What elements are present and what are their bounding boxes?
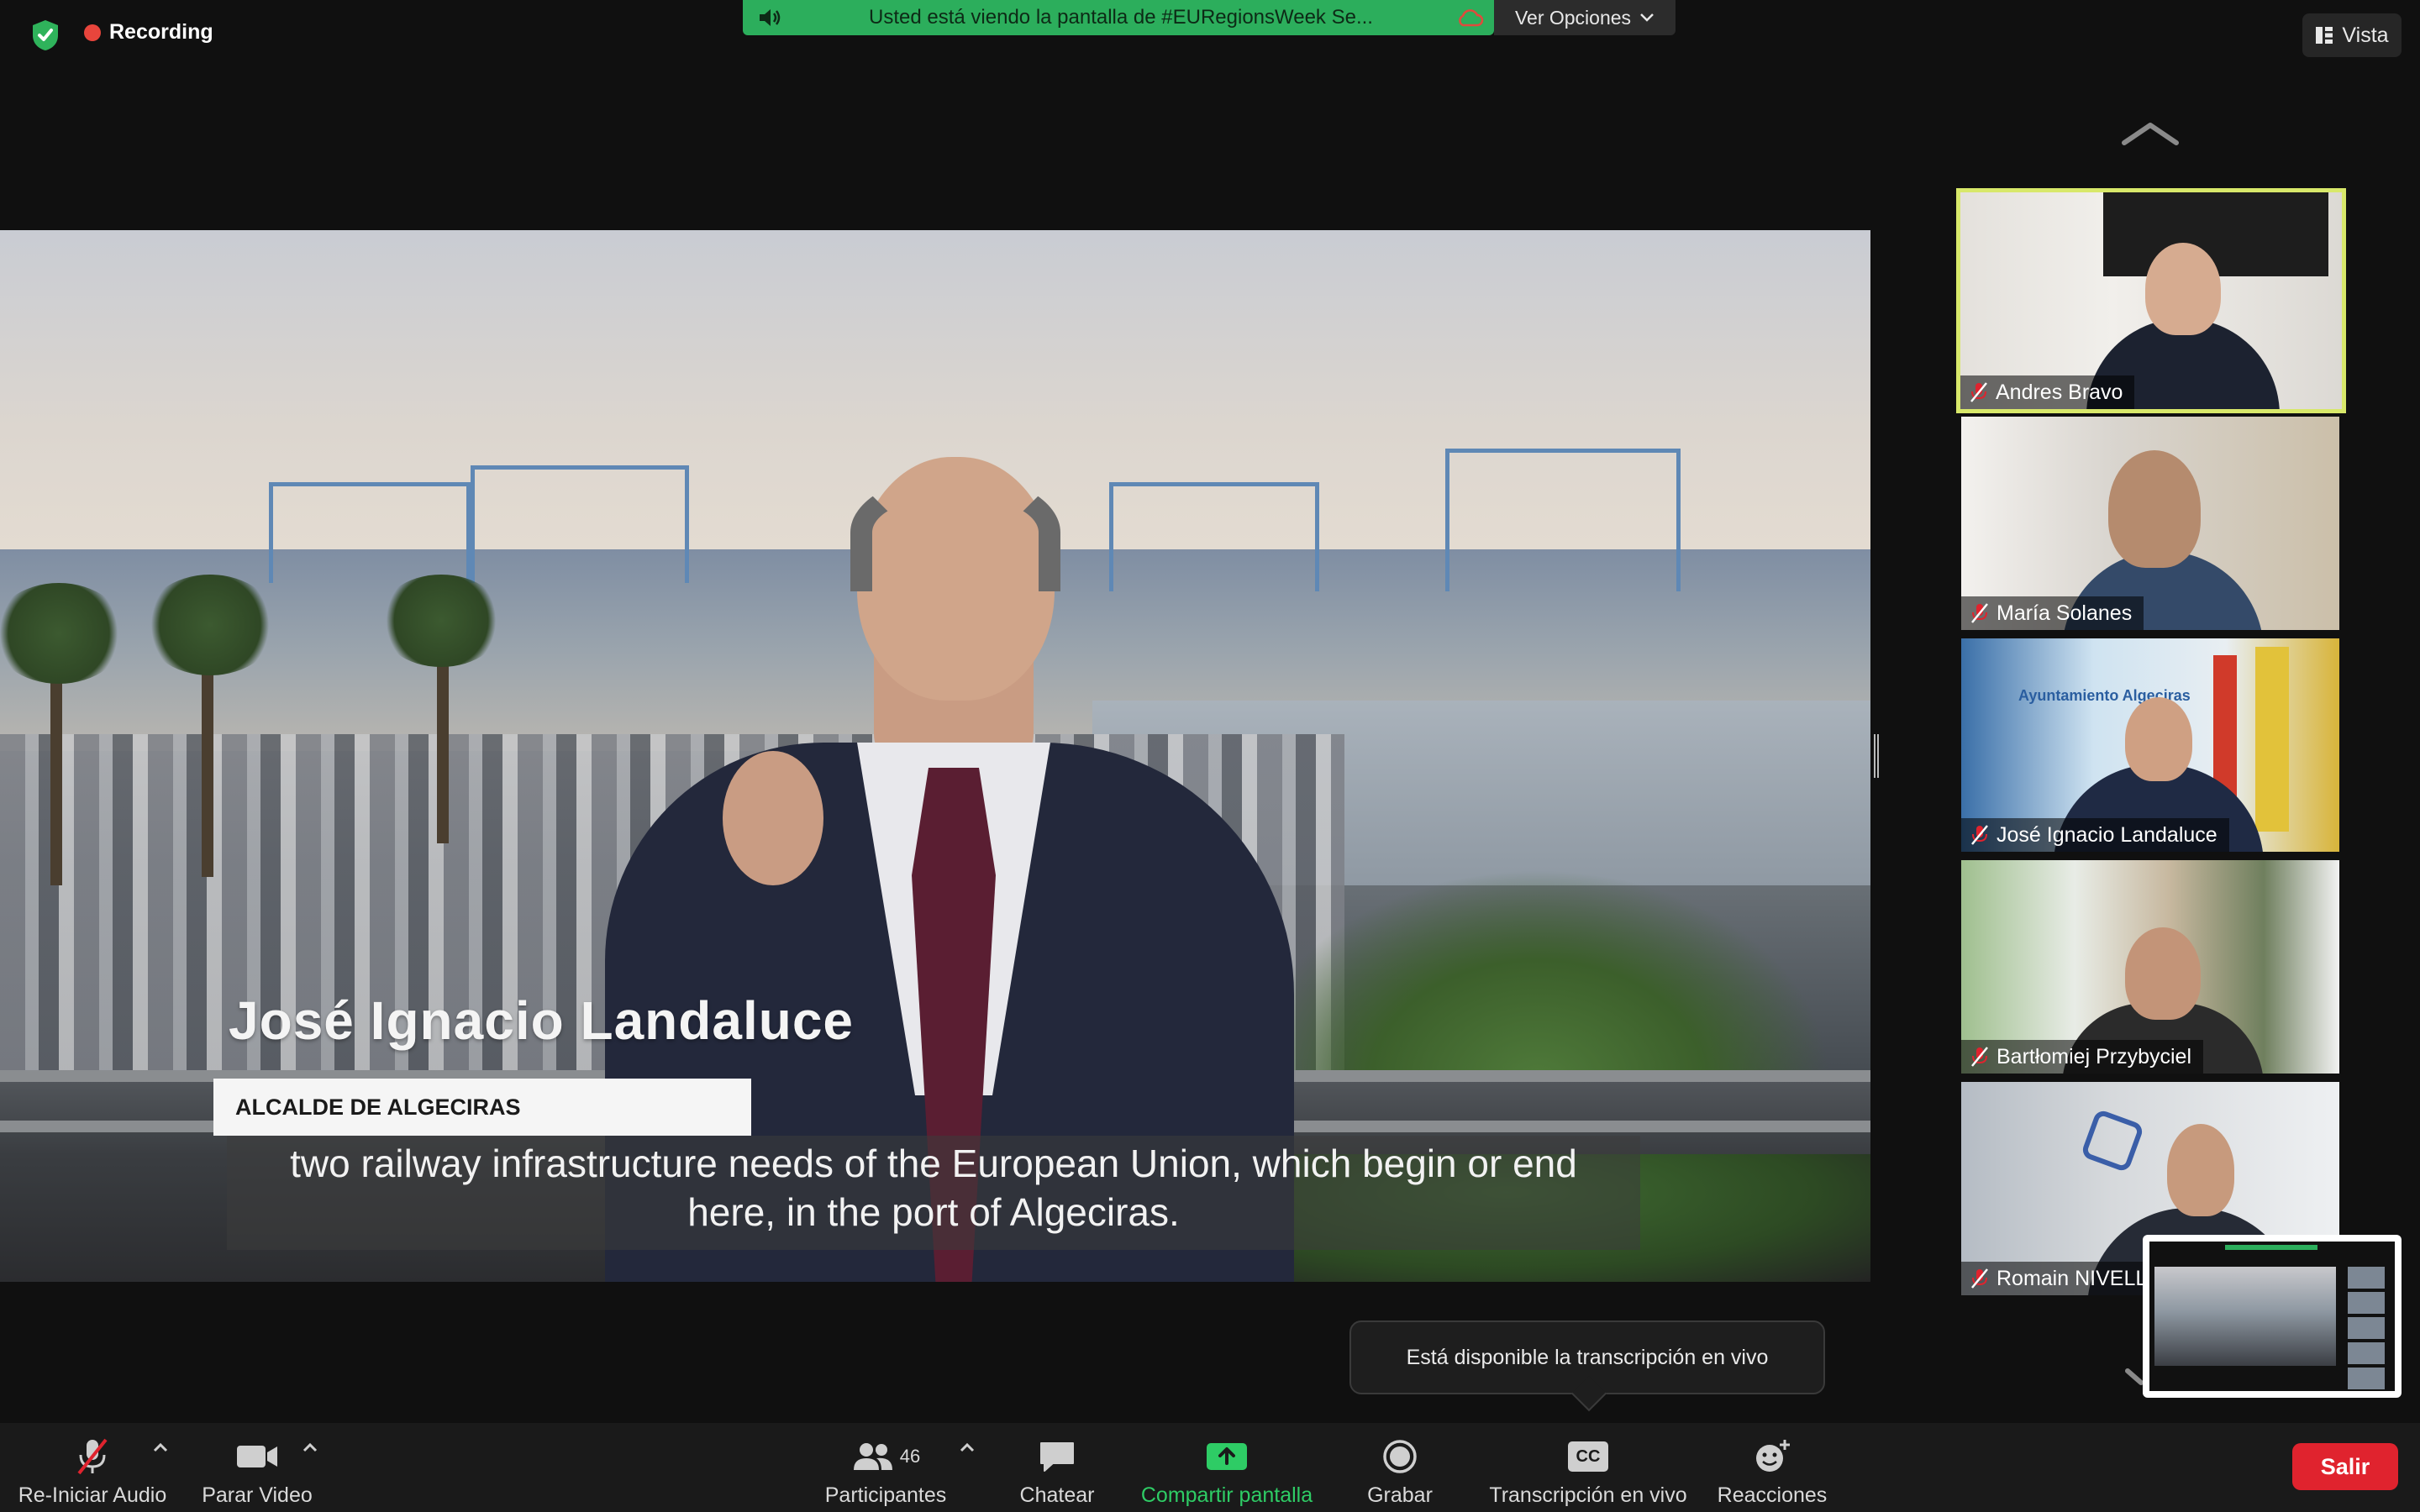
mic-off-icon	[1970, 1045, 1990, 1068]
speaker-role-caption: ALCALDE DE ALGECIRAS	[235, 1095, 521, 1120]
tile-painting	[2103, 192, 2328, 276]
cloud-icon	[1450, 0, 1489, 35]
mic-off-icon	[1970, 601, 1990, 625]
view-button-label: Vista	[2342, 23, 2389, 47]
participant-tile[interactable]: Bartłomiej Przybyciel	[1961, 860, 2339, 1074]
recording-indicator[interactable]: Recording	[84, 20, 213, 45]
video-button[interactable]: Parar Video	[190, 1423, 324, 1512]
split-resize-handle[interactable]	[1874, 734, 1879, 778]
view-options-label: Ver Opciones	[1514, 6, 1632, 29]
video-subtitle: two railway infrastructure needs of the …	[227, 1139, 1640, 1236]
self-view-screen	[2149, 1242, 2395, 1391]
participant-name: Romain NIVELL	[1996, 1266, 2148, 1290]
leave-meeting-button[interactable]: Salir	[2292, 1443, 2398, 1490]
cc-icon-box: CC	[1568, 1441, 1608, 1472]
tile-flag	[2255, 647, 2289, 832]
self-view-thumbnail[interactable]	[2143, 1235, 2402, 1398]
meeting-toolbar: Re-Iniciar Audio Parar Video 46 Particip…	[0, 1423, 2420, 1512]
chevron-down-icon	[1640, 13, 1654, 22]
record-button-label: Grabar	[1367, 1483, 1433, 1507]
participant-name-tag: José Ignacio Landaluce	[1961, 818, 2229, 852]
cc-icon: CC	[1568, 1431, 1608, 1482]
reactions-button[interactable]: Reacciones	[1711, 1423, 1833, 1512]
participant-name: Andres Bravo	[1996, 380, 2123, 404]
share-banner-text: Usted está viendo la pantalla de #EURegi…	[869, 6, 1373, 29]
participant-tile[interactable]: María Solanes	[1961, 417, 2339, 630]
record-icon	[1382, 1431, 1418, 1482]
live-transcript-toast[interactable]: Está disponible la transcripción en vivo	[1349, 1320, 1825, 1394]
participant-name-tag: María Solanes	[1961, 596, 2144, 630]
self-view-main-video	[2154, 1267, 2336, 1366]
video-camera-icon	[235, 1431, 279, 1482]
participant-name: María Solanes	[1996, 601, 2133, 625]
participants-button-label: Participantes	[824, 1483, 947, 1507]
chat-button-label: Chatear	[1019, 1483, 1095, 1507]
video-palm-top	[378, 575, 504, 667]
mic-off-icon	[1970, 823, 1990, 847]
live-transcript-button-label: Transcripción en vivo	[1489, 1483, 1687, 1507]
tile-person-head	[2125, 927, 2201, 1020]
self-view-tile	[2348, 1342, 2385, 1364]
subtitle-line-1: two railway infrastructure needs of the …	[290, 1142, 1577, 1185]
live-transcript-button[interactable]: CC Transcripción en vivo	[1481, 1423, 1696, 1512]
chat-icon	[1038, 1431, 1076, 1482]
participant-name-tag: Bartłomiej Przybyciel	[1961, 1040, 2204, 1074]
participants-icon	[853, 1443, 892, 1470]
mic-off-icon	[1969, 381, 1989, 404]
share-screen-button-label: Compartir pantalla	[1140, 1483, 1313, 1507]
self-view-tile	[2348, 1267, 2385, 1289]
speaker-hand	[723, 751, 823, 885]
self-view-tile	[2348, 1368, 2385, 1389]
video-options-chevron-up-icon[interactable]	[301, 1438, 319, 1457]
tile-person-head	[2167, 1124, 2234, 1216]
participants-count: 46	[899, 1446, 921, 1467]
participants-button[interactable]: 46 Participantes	[810, 1423, 961, 1512]
subtitle-line-2: here, in the port of Algeciras.	[687, 1190, 1180, 1234]
video-palm-top	[143, 575, 277, 675]
chat-button[interactable]: Chatear	[1005, 1423, 1109, 1512]
reaction-icon	[1753, 1431, 1791, 1482]
screen-share-banner: Usted está viendo la pantalla de #EURegi…	[743, 0, 1494, 35]
share-screen-button[interactable]: Compartir pantalla	[1133, 1423, 1321, 1512]
participant-name-tag: Romain NIVELL	[1961, 1262, 2160, 1295]
self-view-tile	[2348, 1317, 2385, 1339]
view-options-dropdown[interactable]: Ver Opciones	[1494, 0, 1676, 35]
gallery-scroll-up-icon[interactable]	[2121, 121, 2180, 146]
video-crane	[1445, 449, 1681, 591]
speaker-name-caption: José Ignacio Landaluce	[229, 990, 854, 1051]
speaker-icon[interactable]	[758, 0, 792, 35]
participant-name: Bartłomiej Przybyciel	[1996, 1044, 2192, 1068]
grid-view-icon	[2316, 27, 2333, 44]
toast-text: Está disponible la transcripción en vivo	[1406, 1345, 1769, 1369]
recording-dot-icon	[84, 24, 101, 41]
audio-button[interactable]: Re-Iniciar Audio	[8, 1423, 176, 1512]
mic-off-icon	[1970, 1267, 1990, 1290]
participant-tile[interactable]: Andres Bravo	[1956, 188, 2346, 413]
participant-name-tag: Andres Bravo	[1960, 375, 2135, 409]
reactions-button-label: Reacciones	[1717, 1483, 1828, 1507]
share-screen-icon	[1205, 1431, 1249, 1482]
audio-button-label: Re-Iniciar Audio	[18, 1483, 167, 1507]
video-button-label: Parar Video	[202, 1483, 313, 1507]
view-layout-button[interactable]: Vista	[2302, 13, 2402, 57]
tile-person-head	[2145, 243, 2221, 335]
participants-options-chevron-up-icon[interactable]	[958, 1438, 976, 1457]
security-shield-icon[interactable]	[30, 18, 60, 52]
participants-icon-group: 46	[851, 1431, 920, 1482]
self-view-share-bar	[2225, 1245, 2317, 1250]
video-crane	[269, 482, 471, 583]
participant-tile[interactable]: Ayuntamiento Algeciras José Ignacio Land…	[1961, 638, 2339, 852]
tile-person-head	[2108, 450, 2201, 568]
participant-name: José Ignacio Landaluce	[1996, 822, 2217, 847]
tile-person-head	[2125, 697, 2192, 781]
speaker-hair	[850, 474, 1060, 591]
record-button[interactable]: Grabar	[1353, 1423, 1447, 1512]
leave-button-label: Salir	[2320, 1453, 2370, 1479]
self-view-tile	[2348, 1292, 2385, 1314]
mic-off-icon	[76, 1431, 109, 1482]
recording-label: Recording	[109, 20, 213, 44]
audio-options-chevron-up-icon[interactable]	[151, 1438, 170, 1457]
